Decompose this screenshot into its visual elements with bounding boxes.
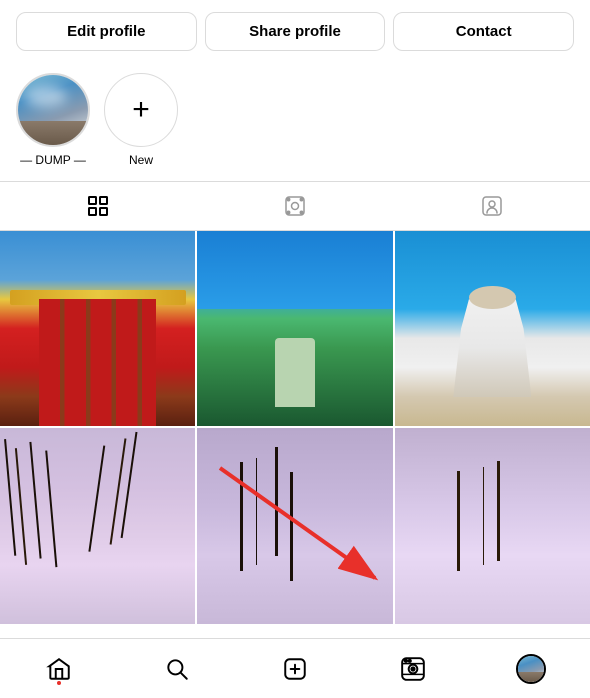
tab-reels[interactable] bbox=[281, 192, 309, 220]
grid-photo-4[interactable] bbox=[0, 428, 195, 623]
nav-profile-avatar bbox=[516, 654, 546, 684]
grid-photo-2[interactable] bbox=[197, 231, 392, 426]
share-profile-button[interactable]: Share profile bbox=[205, 12, 386, 51]
story-new-label: New bbox=[129, 153, 153, 167]
nav-home[interactable] bbox=[41, 651, 77, 687]
home-active-dot bbox=[57, 681, 61, 685]
content-tabs bbox=[0, 181, 590, 231]
stories-row: — DUMP — + New bbox=[0, 63, 590, 181]
story-dump-image bbox=[18, 75, 88, 145]
tab-tagged[interactable] bbox=[478, 192, 506, 220]
nav-search[interactable] bbox=[159, 651, 195, 687]
nav-reels[interactable] bbox=[395, 651, 431, 687]
story-new[interactable]: + New bbox=[104, 73, 178, 167]
contact-button[interactable]: Contact bbox=[393, 12, 574, 51]
story-dump-label: — DUMP — bbox=[20, 153, 86, 167]
new-story-button[interactable]: + bbox=[104, 73, 178, 147]
story-dump-avatar bbox=[16, 73, 90, 147]
tab-grid[interactable] bbox=[84, 192, 112, 220]
photo-grid bbox=[0, 231, 590, 624]
nav-profile[interactable] bbox=[513, 651, 549, 687]
grid-photo-1[interactable] bbox=[0, 231, 195, 426]
grid-photo-5[interactable] bbox=[197, 428, 392, 623]
nav-create[interactable] bbox=[277, 651, 313, 687]
nav-profile-image bbox=[518, 656, 544, 682]
grid-photo-6[interactable] bbox=[395, 428, 590, 623]
bottom-navigation bbox=[0, 638, 590, 698]
plus-icon: + bbox=[132, 93, 150, 127]
top-action-buttons: Edit profile Share profile Contact bbox=[0, 0, 590, 63]
grid-photo-3[interactable] bbox=[395, 231, 590, 426]
edit-profile-button[interactable]: Edit profile bbox=[16, 12, 197, 51]
story-dump[interactable]: — DUMP — bbox=[16, 73, 90, 167]
